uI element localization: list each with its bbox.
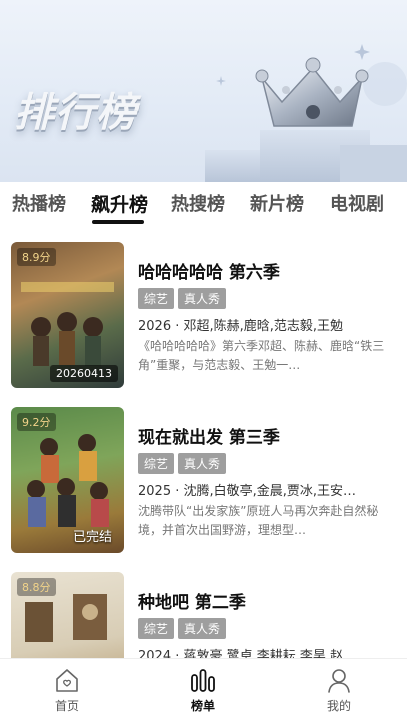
rating-badge: 8.8分 xyxy=(17,578,56,596)
show-description: 《哈哈哈哈哈》第六季邓超、陈赫、鹿晗“铁三角”重聚，与范志毅、王勉一… xyxy=(138,339,385,372)
genre-chip: 真人秀 xyxy=(178,618,227,639)
user-icon xyxy=(328,669,350,693)
poster-image[interactable]: 8.9分 20260413 xyxy=(11,242,124,388)
nav-profile[interactable]: 我的 xyxy=(309,667,369,714)
genre-chip: 真人秀 xyxy=(178,288,227,309)
banner-title: 排行榜 xyxy=(14,90,137,136)
year-and-cast: 2025 · 沈腾,白敬亭,金晨,贾冰,王安… xyxy=(138,484,357,499)
poster-image[interactable]: 9.2分 已完结 xyxy=(11,407,124,553)
active-tab-indicator xyxy=(92,220,144,224)
show-description: 沈腾带队“出发家族”原班人马再次奔赴自然秘境，并首次出国野游，理想型… xyxy=(138,504,379,537)
list-item[interactable]: 9.2分 已完结 现在就出发 第三季 综艺 真人秀 2025 · 沈腾,白敬亭,金… xyxy=(0,395,407,553)
tab-new-release[interactable]: 新片榜 xyxy=(250,190,304,216)
genre-chip: 真人秀 xyxy=(178,453,227,474)
genre-chip: 综艺 xyxy=(138,453,175,474)
ranking-tabs: 热播榜 飙升榜 热搜榜 新片榜 电视剧 xyxy=(0,182,407,228)
status-tag: 已完结 xyxy=(72,530,112,545)
nav-rankings[interactable]: 榜单 xyxy=(173,667,233,714)
tab-hot-search[interactable]: 热搜榜 xyxy=(171,190,225,216)
chart-icon xyxy=(191,669,215,692)
ranking-list: 8.9分 20260413 哈哈哈哈哈 第六季 综艺 真人秀 2026 · 邓超,… xyxy=(0,230,407,658)
list-item[interactable]: 8.8分 种地吧 第二季 综艺 真人秀 2024 · 蒋敦豪,鹭卓,李耕耘,李昊,… xyxy=(0,560,407,658)
rating-badge: 8.9分 xyxy=(17,248,56,266)
nav-label: 我的 xyxy=(326,699,351,713)
genre-chip: 综艺 xyxy=(138,618,175,639)
home-icon xyxy=(56,669,78,692)
tab-hot-play[interactable]: 热播榜 xyxy=(12,190,66,216)
show-title[interactable]: 现在就出发 第三季 xyxy=(138,423,280,448)
poster-image[interactable]: 8.8分 xyxy=(11,572,124,658)
update-tag: 20260413 xyxy=(50,365,118,382)
genre-chip: 综艺 xyxy=(138,288,175,309)
year-and-cast: 2024 · 蒋敦豪,鹭卓,李耕耘,李昊,赵 xyxy=(138,649,344,658)
nav-home[interactable]: 首页 xyxy=(37,667,97,714)
nav-label: 首页 xyxy=(54,699,79,713)
ranking-banner: 排行榜 xyxy=(0,0,407,182)
list-item[interactable]: 8.9分 20260413 哈哈哈哈哈 第六季 综艺 真人秀 2026 · 邓超,… xyxy=(0,230,407,388)
year-and-cast: 2026 · 邓超,陈赫,鹿晗,范志毅,王勉 xyxy=(138,319,344,334)
show-title[interactable]: 种地吧 第二季 xyxy=(138,588,246,613)
tab-rising[interactable]: 飙升榜 xyxy=(91,190,148,217)
genre-tags: 综艺 真人秀 xyxy=(138,453,230,474)
tab-tv-series[interactable]: 电视剧 xyxy=(330,190,384,216)
genre-tags: 综艺 真人秀 xyxy=(138,618,230,639)
rating-badge: 9.2分 xyxy=(17,413,56,431)
bottom-navigation: 首页 榜单 我的 xyxy=(0,658,407,725)
show-title[interactable]: 哈哈哈哈哈 第六季 xyxy=(138,258,280,283)
crown-illustration xyxy=(205,44,407,182)
genre-tags: 综艺 真人秀 xyxy=(138,288,230,309)
nav-label: 榜单 xyxy=(190,699,215,713)
